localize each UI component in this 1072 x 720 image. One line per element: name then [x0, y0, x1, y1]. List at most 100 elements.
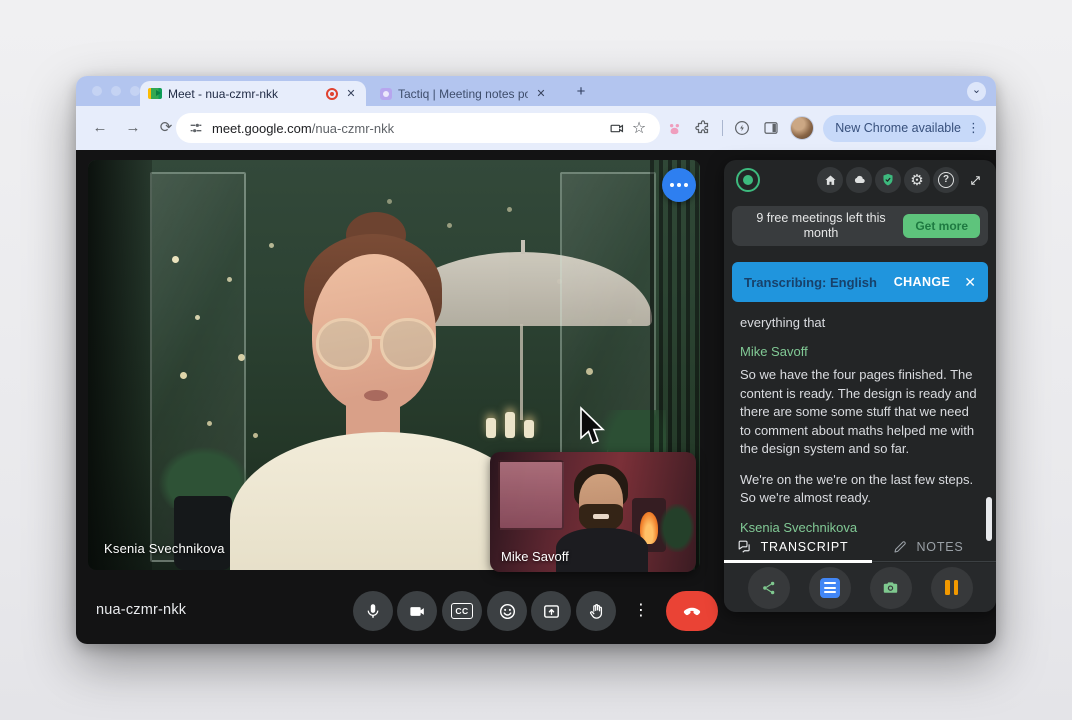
- get-more-button[interactable]: Get more: [903, 214, 980, 238]
- meeting-code-label: nua-czmr-nkk: [96, 602, 186, 618]
- camera-in-use-icon[interactable]: [606, 117, 628, 139]
- pip-body: [556, 528, 648, 572]
- umbrella-pole: [520, 324, 523, 420]
- change-language-button[interactable]: CHANGE: [894, 275, 951, 289]
- transcript-paragraph: We're on the we're on the last few steps…: [740, 471, 978, 508]
- speaker-name: Ksenia Svechnikova: [740, 520, 978, 533]
- browser-window: Meet - nua-czmr-nkk ✕ Tactiq | Meeting n…: [76, 76, 996, 644]
- pink-extension-icon[interactable]: [664, 118, 684, 138]
- tactiq-actions: [724, 563, 996, 612]
- pip-plant: [660, 504, 694, 552]
- forward-button[interactable]: →: [119, 114, 147, 142]
- close-tab-icon[interactable]: ✕: [534, 87, 548, 100]
- site-settings-icon[interactable]: [188, 120, 204, 136]
- divider: [722, 120, 723, 136]
- tab-meet[interactable]: Meet - nua-czmr-nkk ✕: [140, 81, 366, 106]
- pip-smile: [593, 514, 609, 519]
- recording-indicator-icon: [326, 88, 338, 100]
- help-button[interactable]: ?: [933, 167, 959, 193]
- free-meetings-label: 9 free meetings left this month: [746, 211, 896, 241]
- export-to-docs-button[interactable]: [809, 567, 851, 609]
- google-docs-icon: [820, 578, 840, 598]
- close-window-button[interactable]: [92, 86, 102, 96]
- profile-avatar[interactable]: [790, 116, 814, 140]
- pip-video-tile[interactable]: Mike Savoff: [490, 452, 696, 572]
- extensions-row: New Chrome available ⋮: [664, 113, 996, 143]
- more-options-icon: ⋮: [633, 603, 649, 619]
- pause-transcription-button[interactable]: [931, 567, 973, 609]
- tactiq-logo-icon: [736, 168, 760, 192]
- back-button[interactable]: ←: [86, 114, 114, 142]
- pause-icon: [945, 580, 958, 595]
- tactiq-tabs: TRANSCRIPT NOTES: [724, 532, 996, 562]
- share-button[interactable]: [748, 567, 790, 609]
- raise-hand-button[interactable]: [576, 591, 616, 631]
- new-tab-button[interactable]: +: [570, 81, 592, 103]
- speaker-name: Mike Savoff: [740, 344, 978, 359]
- free-meetings-card: 9 free meetings left this month Get more: [732, 206, 988, 246]
- extensions-puzzle-icon[interactable]: [693, 118, 713, 138]
- tab-strip: Meet - nua-czmr-nkk ✕ Tactiq | Meeting n…: [76, 76, 996, 106]
- performance-icon[interactable]: [732, 118, 752, 138]
- bookmark-star-icon[interactable]: ☆: [628, 117, 650, 139]
- cloud-backup-button[interactable]: [846, 167, 872, 193]
- shaded-edge: [88, 160, 152, 570]
- tab-notes-label: NOTES: [916, 540, 963, 554]
- meet-page: Ksenia Svechnikova Mike Savoff: [76, 150, 996, 644]
- notes-pencil-icon: [892, 539, 908, 555]
- captions-button[interactable]: CC: [442, 591, 482, 631]
- tab-title: Meet - nua-czmr-nkk: [168, 87, 320, 101]
- pill-menu-icon[interactable]: ⋮: [967, 120, 980, 136]
- home-button[interactable]: [817, 167, 843, 193]
- camera-icon: [408, 602, 427, 621]
- pip-window-bg: [498, 460, 564, 530]
- transcribing-label: Transcribing: English: [744, 275, 877, 290]
- banner-close-icon[interactable]: ✕: [964, 274, 976, 291]
- meet-favicon-icon: [148, 88, 162, 99]
- url-domain: meet.google.com: [212, 121, 312, 136]
- tab-transcript[interactable]: TRANSCRIPT: [724, 532, 860, 561]
- settings-button[interactable]: ⚙: [904, 167, 930, 193]
- meet-control-bar: nua-czmr-nkk CC: [76, 576, 724, 644]
- transcribing-banner: Transcribing: English CHANGE ✕: [732, 262, 988, 302]
- present-screen-button[interactable]: [531, 591, 571, 631]
- transcript-chat-icon: [736, 538, 753, 555]
- emoji-icon: [498, 602, 517, 621]
- tactiq-favicon-icon: [380, 88, 392, 100]
- reactions-button[interactable]: [487, 591, 527, 631]
- help-icon: ?: [938, 172, 954, 188]
- mouse-cursor: [578, 406, 606, 448]
- more-options-button[interactable]: ⋮: [621, 591, 661, 631]
- window-controls[interactable]: [92, 86, 140, 96]
- camera-button[interactable]: [397, 591, 437, 631]
- side-panel-icon[interactable]: [761, 118, 781, 138]
- cloud-icon: [851, 172, 867, 188]
- end-call-button[interactable]: [666, 591, 718, 631]
- share-icon: [760, 579, 778, 597]
- tab-notes[interactable]: NOTES: [860, 532, 996, 561]
- minimize-window-button[interactable]: [111, 86, 121, 96]
- screenshot-camera-icon: [881, 578, 900, 597]
- chrome-update-pill[interactable]: New Chrome available ⋮: [823, 115, 986, 142]
- tab-tactiq[interactable]: Tactiq | Meeting notes powe ✕: [372, 81, 556, 106]
- chat-bubble-button[interactable]: [662, 168, 696, 202]
- address-bar[interactable]: meet.google.com/nua-czmr-nkk ☆: [176, 113, 660, 143]
- close-tab-icon[interactable]: ✕: [344, 87, 358, 100]
- zoom-window-button[interactable]: [130, 86, 140, 96]
- participant-name-label: Ksenia Svechnikova: [104, 541, 225, 556]
- screenshot-button[interactable]: [870, 567, 912, 609]
- captions-icon: CC: [451, 603, 472, 619]
- transcript-partial-line: everything that: [740, 314, 978, 332]
- url-path: /nua-czmr-nkk: [312, 121, 394, 136]
- collapse-panel-button[interactable]: [962, 167, 988, 193]
- collapse-icon: [968, 173, 983, 188]
- privacy-shield-button[interactable]: [875, 167, 901, 193]
- pip-name-label: Mike Savoff: [501, 549, 569, 564]
- tab-transcript-label: TRANSCRIPT: [761, 540, 849, 554]
- tab-search-button[interactable]: ⌄: [967, 82, 986, 101]
- update-pill-label: New Chrome available: [835, 121, 961, 135]
- transcript-list[interactable]: everything that Mike Savoff So we have t…: [724, 306, 996, 532]
- tactiq-panel: ⚙ ? 9 free meetings left this month Get …: [724, 160, 996, 612]
- microphone-icon: [364, 602, 382, 620]
- microphone-button[interactable]: [353, 591, 393, 631]
